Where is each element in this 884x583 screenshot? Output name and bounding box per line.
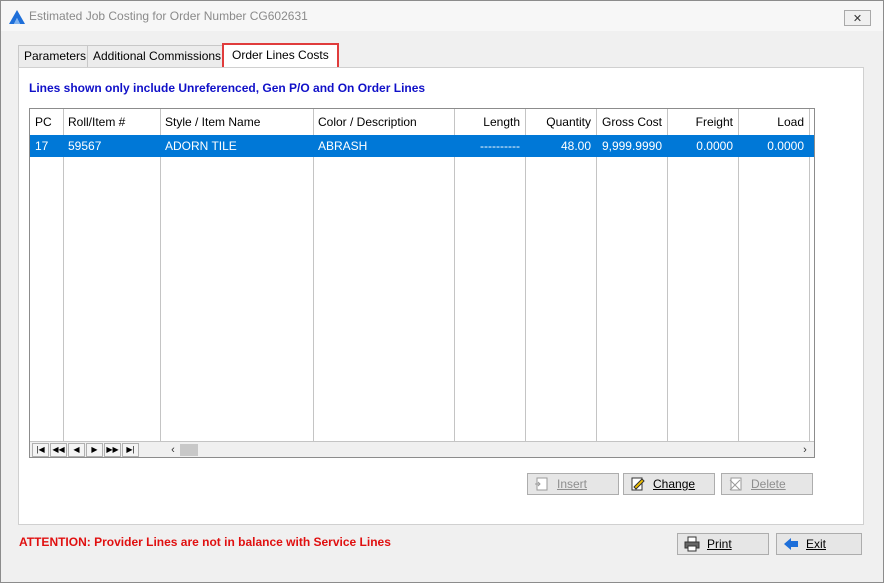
column-divider <box>63 109 64 441</box>
tab-order-lines-costs[interactable]: Order Lines Costs <box>222 43 339 69</box>
cell-color-description: ABRASH <box>318 139 368 153</box>
grid-navigator-bar: |◀ ◀◀ ◀ ▶ ▶▶ ▶| ‹ › <box>30 441 814 457</box>
change-label: Change <box>653 477 696 491</box>
cell-length: ---------- <box>480 139 520 153</box>
column-divider <box>313 109 314 441</box>
exit-button[interactable]: Exit <box>776 533 862 555</box>
column-divider <box>160 109 161 441</box>
order-lines-grid[interactable]: PC Roll/Item # Style / Item Name Color /… <box>29 108 815 458</box>
column-header-style-item-name[interactable]: Style / Item Name <box>160 109 313 135</box>
scroll-right-arrow-icon[interactable]: › <box>798 443 812 457</box>
lines-filter-note: Lines shown only include Unreferenced, G… <box>29 81 426 95</box>
column-divider <box>454 109 455 441</box>
cell-gross-cost: 9,999.9990 <box>601 139 662 153</box>
edit-pencil-icon <box>629 476 647 492</box>
title-bar: Estimated Job Costing for Order Number C… <box>1 1 883 31</box>
column-header-quantity[interactable]: Quantity <box>525 109 596 135</box>
insert-row-icon <box>533 476 551 492</box>
delete-button[interactable]: Delete <box>721 473 813 495</box>
cell-quantity: 48.00 <box>560 139 591 153</box>
next-page-button[interactable]: ▶▶ <box>104 443 121 457</box>
column-header-roll-item[interactable]: Roll/Item # <box>63 109 160 135</box>
print-label: Print <box>707 537 732 551</box>
delete-row-icon <box>727 476 745 492</box>
insert-button[interactable]: Insert <box>527 473 619 495</box>
column-header-pc[interactable]: PC <box>30 109 63 135</box>
change-button[interactable]: Change <box>623 473 715 495</box>
column-header-length[interactable]: Length <box>454 109 525 135</box>
column-divider <box>525 109 526 441</box>
column-divider <box>596 109 597 441</box>
insert-label: Insert <box>557 477 588 491</box>
order-lines-costs-panel: Lines shown only include Unreferenced, G… <box>18 67 864 525</box>
cell-freight: 0.0000 <box>696 139 733 153</box>
tab-label: Order Lines Costs <box>232 48 329 62</box>
cell-roll-item: 59567 <box>68 139 102 153</box>
cell-style-item-name: ADORN TILE <box>165 139 237 153</box>
printer-icon <box>683 536 701 552</box>
close-icon: ✕ <box>852 12 863 25</box>
job-costing-window: Estimated Job Costing for Order Number C… <box>0 0 884 583</box>
column-divider <box>738 109 739 441</box>
window-title: Estimated Job Costing for Order Number C… <box>29 9 308 23</box>
column-divider <box>667 109 668 441</box>
scroll-left-arrow-icon[interactable]: ‹ <box>166 443 180 457</box>
balance-warning-text: ATTENTION: Provider Lines are not in bal… <box>19 535 391 549</box>
tab-additional-commissions[interactable]: Additional Commissions <box>87 45 228 67</box>
print-button[interactable]: Print <box>677 533 769 555</box>
first-record-button[interactable]: |◀ <box>32 443 49 457</box>
cell-load: 0.0000 <box>767 139 804 153</box>
delete-label: Delete <box>751 477 786 491</box>
arrow-left-icon <box>782 536 800 552</box>
next-record-button[interactable]: ▶ <box>86 443 103 457</box>
close-button[interactable]: ✕ <box>844 10 871 26</box>
previous-record-button[interactable]: ◀ <box>68 443 85 457</box>
horizontal-scrollbar-thumb[interactable] <box>180 444 198 456</box>
exit-label: Exit <box>806 537 827 551</box>
column-divider <box>809 109 810 441</box>
tab-label: Parameters <box>24 49 87 63</box>
column-header-gross-cost[interactable]: Gross Cost <box>596 109 667 135</box>
column-header-freight[interactable]: Freight <box>667 109 738 135</box>
column-header-load[interactable]: Load <box>738 109 809 135</box>
tab-label: Additional Commissions <box>93 49 222 63</box>
tab-parameters[interactable]: Parameters <box>18 45 93 67</box>
app-logo-icon <box>9 10 25 24</box>
previous-page-button[interactable]: ◀◀ <box>50 443 67 457</box>
last-record-button[interactable]: ▶| <box>122 443 139 457</box>
column-header-color-description[interactable]: Color / Description <box>313 109 454 135</box>
cell-pc: 17 <box>35 139 49 153</box>
